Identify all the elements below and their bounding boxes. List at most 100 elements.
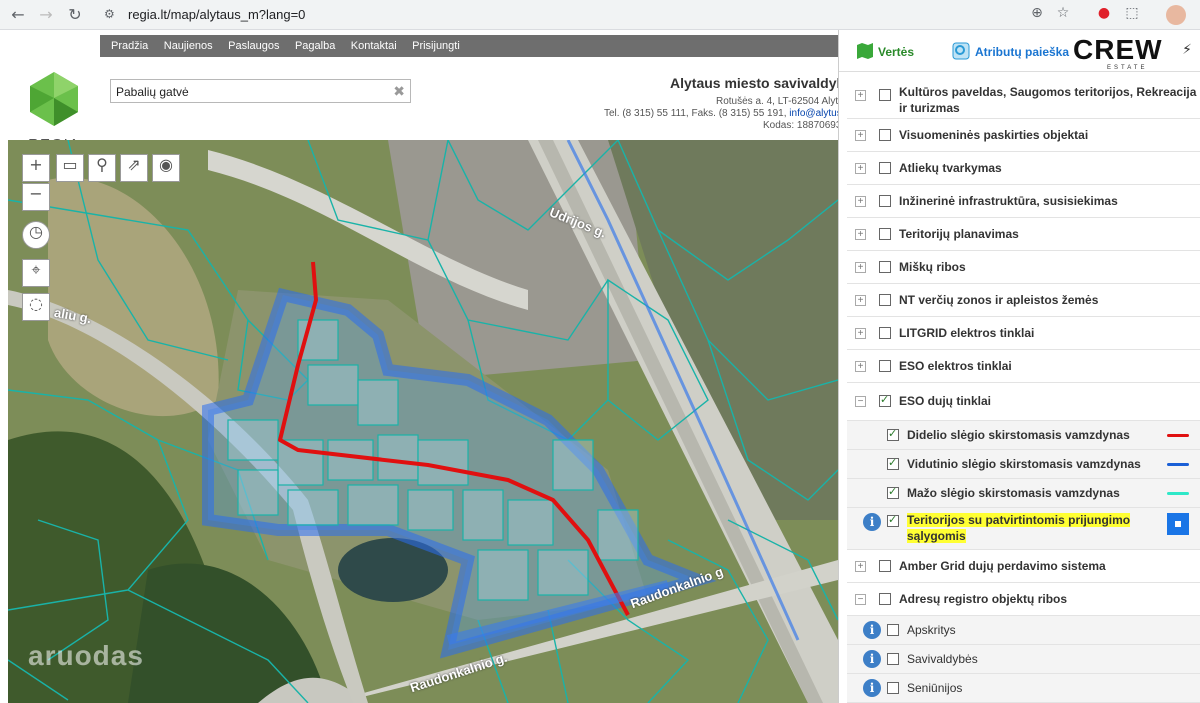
legend-cyan-line bbox=[1167, 492, 1189, 495]
sublayer-row-mazo[interactable]: Mažo slėgio skirstomasis vamzdynas bbox=[847, 479, 1200, 508]
sublayer-checkbox[interactable] bbox=[887, 682, 899, 694]
layer-checkbox[interactable] bbox=[879, 261, 891, 273]
legend-blue-square bbox=[1167, 513, 1189, 535]
layer-checkbox[interactable] bbox=[879, 89, 891, 101]
nav-pagalba[interactable]: Pagalba bbox=[295, 35, 335, 57]
map-canvas[interactable]: Udrijos g. Raudonkalnio g Raudonkalnio g… bbox=[8, 140, 838, 703]
sublayer-row-savivaldybes[interactable]: i Savivaldybės bbox=[847, 645, 1200, 674]
layer-label: Kultūros paveldas, Saugomos teritorijos,… bbox=[899, 85, 1197, 115]
layer-row-atlieku[interactable]: + Atliekų tvarkymas bbox=[847, 152, 1200, 185]
sublayer-checkbox[interactable] bbox=[887, 485, 899, 499]
site-settings-icon[interactable]: ⚙ bbox=[104, 7, 115, 21]
expand-icon[interactable]: + bbox=[855, 361, 866, 372]
layer-checkbox[interactable] bbox=[879, 560, 891, 572]
forward-arrow-icon[interactable]: → bbox=[36, 5, 56, 25]
clear-search-icon[interactable]: ✖ bbox=[393, 83, 405, 100]
expand-icon[interactable]: + bbox=[855, 328, 866, 339]
sublayer-checkbox[interactable] bbox=[887, 653, 899, 665]
expand-icon[interactable]: + bbox=[855, 90, 866, 101]
sublayer-row-apskritys[interactable]: i Apskritys bbox=[847, 616, 1200, 645]
layer-checkbox[interactable] bbox=[879, 593, 891, 605]
opera-icon[interactable]: ● bbox=[1094, 5, 1114, 25]
layer-row-amber-grid[interactable]: + Amber Grid dujų perdavimo sistema bbox=[847, 550, 1200, 583]
sublayer-label: Teritorijos su patvirtintomis prijungimo… bbox=[907, 513, 1131, 543]
layer-checkbox[interactable] bbox=[879, 393, 891, 407]
nav-pradzia[interactable]: Pradžia bbox=[111, 35, 148, 57]
info-icon[interactable]: i bbox=[863, 679, 881, 697]
info-icon[interactable]: i bbox=[863, 621, 881, 639]
layer-row-nt-verciu[interactable]: + NT verčių zonos ir apleistos žemės bbox=[847, 284, 1200, 317]
zoom-out-button[interactable]: − bbox=[22, 183, 50, 211]
layer-checkbox[interactable] bbox=[879, 360, 891, 372]
attribute-search-icon bbox=[952, 42, 970, 60]
layer-label: Miškų ribos bbox=[899, 260, 966, 274]
sublayer-checkbox[interactable] bbox=[887, 513, 899, 527]
map-pin-icon[interactable]: ⚲ bbox=[88, 154, 116, 182]
share-export-icon[interactable]: ⇗ bbox=[120, 154, 148, 182]
expand-icon[interactable]: + bbox=[855, 130, 866, 141]
nav-prisijungti[interactable]: Prisijungti bbox=[412, 35, 460, 57]
expand-icon[interactable]: + bbox=[855, 163, 866, 174]
layer-row-planavimas[interactable]: + Teritorijų planavimas bbox=[847, 218, 1200, 251]
history-clock-icon[interactable]: ◷ bbox=[22, 221, 50, 249]
expand-icon[interactable]: + bbox=[855, 229, 866, 240]
collapse-icon[interactable]: − bbox=[855, 594, 866, 605]
sublayer-row-seniunijos[interactable]: i Seniūnijos bbox=[847, 674, 1200, 703]
sublayer-row-didelio[interactable]: Didelio slėgio skirstomasis vamzdynas bbox=[847, 421, 1200, 450]
zoom-icon[interactable]: ⊕ bbox=[1027, 5, 1047, 25]
bookmark-star-icon[interactable]: ☆ bbox=[1053, 5, 1073, 25]
layer-row-inzinerine[interactable]: + Inžinerinė infrastruktūra, susisiekima… bbox=[847, 185, 1200, 218]
reload-icon[interactable]: ↻ bbox=[65, 5, 85, 25]
sublayer-label: Savivaldybės bbox=[907, 652, 978, 666]
tab-values[interactable]: Vertės bbox=[878, 45, 914, 59]
sublayer-checkbox[interactable] bbox=[887, 624, 899, 636]
layer-checkbox[interactable] bbox=[879, 228, 891, 240]
layer-checkbox[interactable] bbox=[879, 162, 891, 174]
sublayer-checkbox[interactable] bbox=[887, 427, 899, 441]
sublayer-label: Seniūnijos bbox=[907, 681, 963, 695]
measure-ruler-icon[interactable]: ▭ bbox=[56, 154, 84, 182]
back-arrow-icon[interactable]: ← bbox=[8, 5, 28, 25]
gps-crosshair-icon[interactable]: ⌖ bbox=[22, 259, 50, 287]
layer-row-litgrid[interactable]: + LITGRID elektros tinklai bbox=[847, 317, 1200, 350]
nav-kontaktai[interactable]: Kontaktai bbox=[351, 35, 397, 57]
tab-attribute-search[interactable]: Atributų paieška bbox=[975, 45, 1069, 59]
profile-avatar[interactable] bbox=[1166, 5, 1186, 25]
layer-row-eso-elektros[interactable]: + ESO elektros tinklai bbox=[847, 350, 1200, 383]
expand-icon[interactable]: + bbox=[855, 295, 866, 306]
sublayer-row-teritorijos[interactable]: i Teritorijos su patvirtintomis prijungi… bbox=[847, 508, 1200, 550]
map-graphics bbox=[8, 140, 838, 703]
municipality-email-link[interactable]: info@alytus bbox=[789, 108, 841, 119]
nav-paslaugos[interactable]: Paslaugos bbox=[228, 35, 279, 57]
browser-toolbar: ← → ↻ ⚙ regia.lt/map/alytaus_m?lang=0 ⊕ … bbox=[0, 0, 1200, 30]
expand-icon[interactable]: + bbox=[855, 196, 866, 207]
layer-row-adresu[interactable]: − Adresų registro objektų ribos bbox=[847, 583, 1200, 616]
extensions-icon[interactable]: ⬚ bbox=[1122, 5, 1142, 25]
layer-label: Amber Grid dujų perdavimo sistema bbox=[899, 559, 1106, 573]
expand-icon[interactable]: + bbox=[855, 561, 866, 572]
sublayer-row-vidutinio[interactable]: Vidutinio slėgio skirstomasis vamzdynas bbox=[847, 450, 1200, 479]
nav-naujienos[interactable]: Naujienos bbox=[164, 35, 213, 57]
info-icon[interactable]: i bbox=[863, 513, 881, 531]
lasso-select-icon[interactable]: ◌ bbox=[22, 293, 50, 321]
layer-row-misku[interactable]: + Miškų ribos bbox=[847, 251, 1200, 284]
expand-icon[interactable]: + bbox=[855, 262, 866, 273]
address-search-input[interactable]: Pabalių gatvė ✖ bbox=[110, 79, 411, 103]
layer-checkbox[interactable] bbox=[879, 294, 891, 306]
layer-checkbox[interactable] bbox=[879, 327, 891, 339]
layer-checkbox[interactable] bbox=[879, 129, 891, 141]
top-navigation: Pradžia Naujienos Paslaugos Pagalba Kont… bbox=[100, 35, 838, 57]
url-text[interactable]: regia.lt/map/alytaus_m?lang=0 bbox=[128, 7, 305, 22]
sublayer-checkbox[interactable] bbox=[887, 456, 899, 470]
layer-checkbox[interactable] bbox=[879, 195, 891, 207]
layer-row-visuomenines[interactable]: + Visuomeninės paskirties objektai bbox=[847, 119, 1200, 152]
layer-row-kulturos[interactable]: + Kultūros paveldas, Saugomos teritorijo… bbox=[847, 72, 1200, 119]
zoom-in-button[interactable]: + bbox=[22, 154, 50, 182]
locate-target-icon[interactable]: ◉ bbox=[152, 154, 180, 182]
power-line-icon[interactable]: ⚡ bbox=[1177, 42, 1197, 62]
collapse-icon[interactable]: − bbox=[855, 396, 866, 407]
map-values-icon bbox=[857, 43, 873, 59]
layer-row-eso-duju[interactable]: − ESO dujų tinklai bbox=[847, 383, 1200, 421]
info-icon[interactable]: i bbox=[863, 650, 881, 668]
municipality-code: Kodas: 18870693 bbox=[763, 120, 842, 131]
